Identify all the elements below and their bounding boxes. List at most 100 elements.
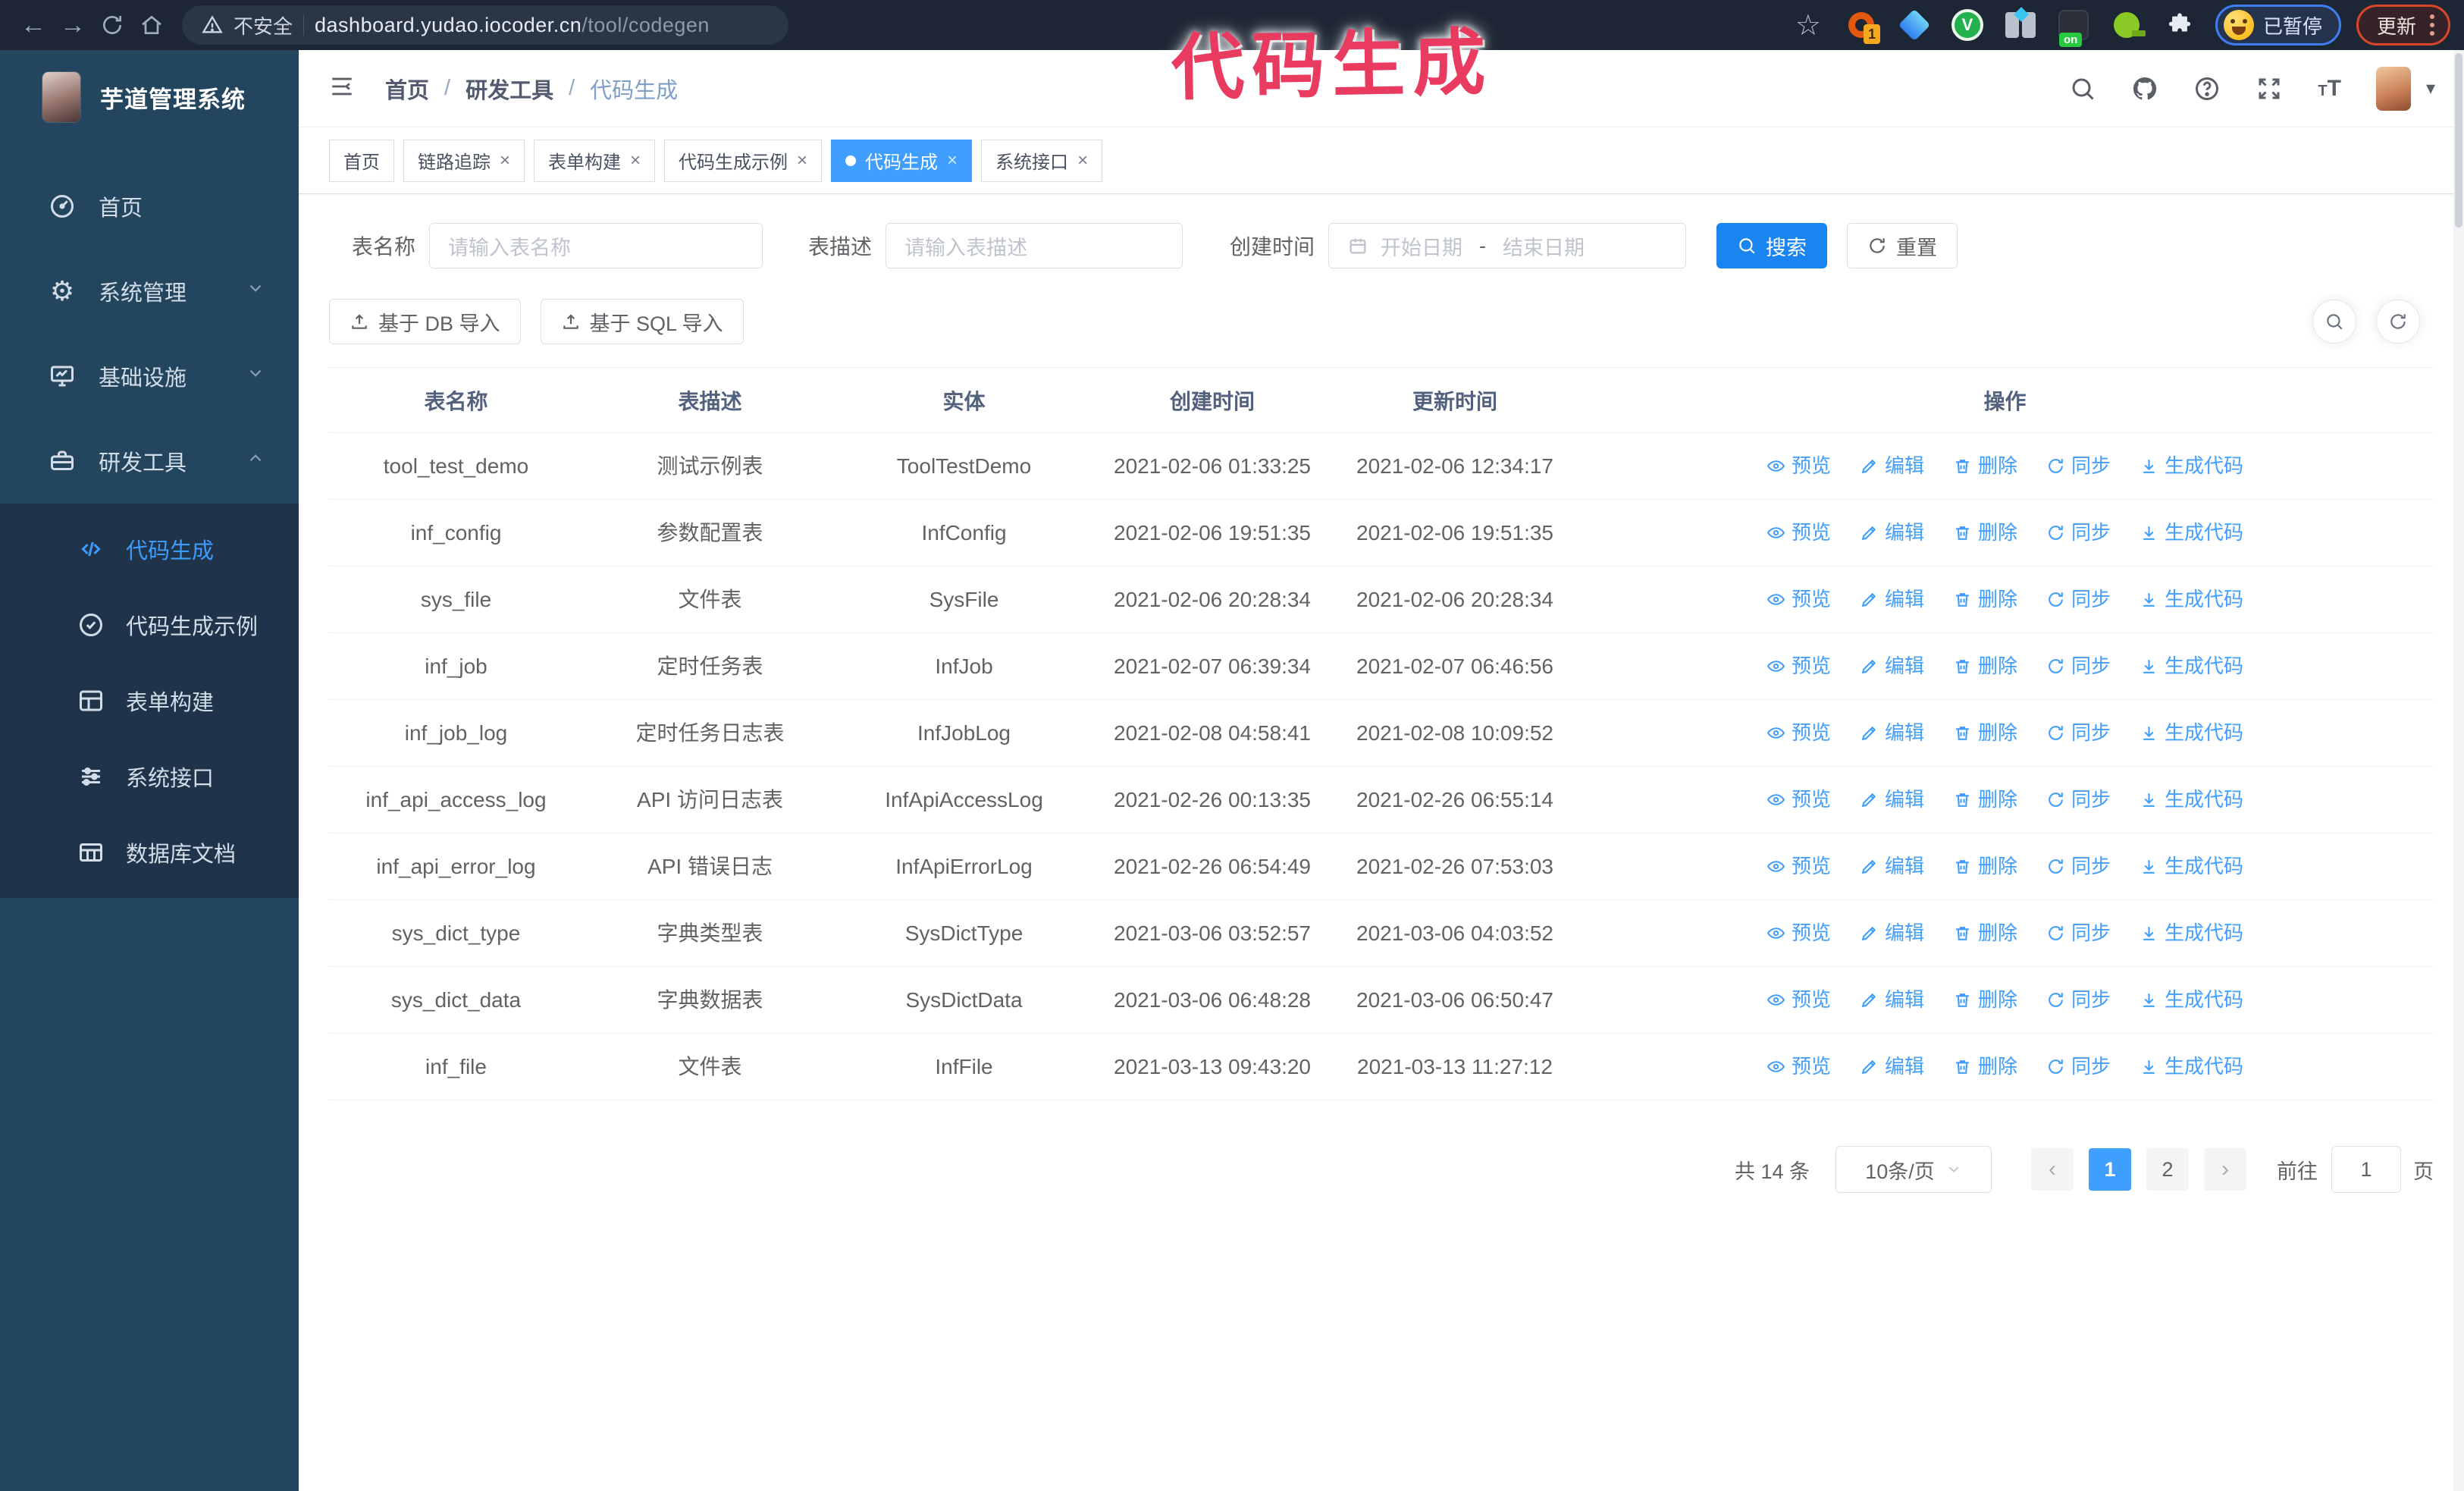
delete-action[interactable]: 删除: [1953, 451, 2017, 481]
edit-action[interactable]: 编辑: [1860, 1052, 1924, 1081]
sync-action[interactable]: 同步: [2046, 585, 2111, 614]
sidebar-item-infra[interactable]: 基础设施: [0, 334, 299, 419]
tab-链路追踪[interactable]: 链路追踪 ×: [403, 139, 525, 182]
sync-action[interactable]: 同步: [2046, 518, 2111, 548]
edit-action[interactable]: 编辑: [1860, 585, 1924, 614]
generate-code-action[interactable]: 生成代码: [2140, 985, 2243, 1015]
generate-code-action[interactable]: 生成代码: [2140, 718, 2243, 748]
page-button-2[interactable]: 2: [2146, 1148, 2189, 1191]
extension-dark-icon[interactable]: on: [2056, 8, 2091, 47]
extension-panels-icon[interactable]: [2003, 7, 2038, 42]
preview-action[interactable]: 预览: [1766, 585, 1831, 614]
bookmark-star-icon[interactable]: ☆: [1795, 8, 1821, 42]
edit-action[interactable]: 编辑: [1860, 785, 1924, 815]
edit-action[interactable]: 编辑: [1860, 718, 1924, 748]
preview-action[interactable]: 预览: [1766, 1052, 1831, 1081]
tab-close-icon[interactable]: ×: [500, 151, 510, 170]
sync-action[interactable]: 同步: [2046, 918, 2111, 948]
table-name-input[interactable]: 请输入表名称: [429, 223, 763, 268]
sync-action[interactable]: 同步: [2046, 852, 2111, 881]
extension-gem-icon[interactable]: [1897, 8, 1932, 42]
delete-action[interactable]: 删除: [1953, 518, 2017, 548]
sync-action[interactable]: 同步: [2046, 651, 2111, 681]
sidebar-item-system-api[interactable]: 系统接口: [0, 739, 299, 815]
sync-action[interactable]: 同步: [2046, 785, 2111, 815]
preview-action[interactable]: 预览: [1766, 651, 1831, 681]
fullscreen-icon[interactable]: [2256, 75, 2283, 102]
goto-page-input[interactable]: 1: [2331, 1146, 2401, 1193]
edit-action[interactable]: 编辑: [1860, 918, 1924, 948]
extensions-puzzle-icon[interactable]: [2162, 8, 2197, 42]
delete-action[interactable]: 删除: [1953, 585, 2017, 614]
delete-action[interactable]: 删除: [1953, 718, 2017, 748]
edit-action[interactable]: 编辑: [1860, 518, 1924, 548]
edit-action[interactable]: 编辑: [1860, 852, 1924, 881]
browser-home-icon[interactable]: [132, 5, 171, 45]
extension-shield-icon[interactable]: V: [1950, 8, 1985, 42]
delete-action[interactable]: 删除: [1953, 918, 2017, 948]
date-range-input[interactable]: 开始日期 - 结束日期: [1328, 223, 1687, 268]
delete-action[interactable]: 删除: [1953, 852, 2017, 881]
sidebar-item-form-builder[interactable]: 表单构建: [0, 663, 299, 739]
edit-action[interactable]: 编辑: [1860, 451, 1924, 481]
extension-orange-icon[interactable]: 1: [1844, 8, 1880, 44]
table-desc-input[interactable]: 请输入表描述: [886, 223, 1183, 268]
breadcrumb-devtools[interactable]: 研发工具: [466, 73, 553, 105]
preview-action[interactable]: 预览: [1766, 451, 1831, 481]
delete-action[interactable]: 删除: [1953, 1052, 2017, 1081]
generate-code-action[interactable]: 生成代码: [2140, 451, 2243, 481]
sidebar-item-home[interactable]: 首页: [0, 164, 299, 249]
address-bar[interactable]: 不安全 dashboard.yudao.iocoder.cn/tool/code…: [182, 5, 788, 45]
tab-首页[interactable]: 首页: [329, 139, 394, 182]
sync-action[interactable]: 同步: [2046, 451, 2111, 481]
sidebar-toggle-icon[interactable]: [328, 74, 356, 103]
generate-code-action[interactable]: 生成代码: [2140, 1052, 2243, 1081]
preview-action[interactable]: 预览: [1766, 918, 1831, 948]
import-sql-button[interactable]: 基于 SQL 导入: [540, 299, 744, 344]
extension-key-icon[interactable]: [2109, 8, 2146, 42]
browser-update-button[interactable]: 更新: [2356, 5, 2450, 46]
profile-paused-badge[interactable]: 已暂停: [2215, 5, 2341, 46]
sync-action[interactable]: 同步: [2046, 985, 2111, 1015]
tab-代码生成[interactable]: 代码生成 ×: [831, 139, 973, 182]
help-icon[interactable]: [2193, 75, 2221, 102]
sync-action[interactable]: 同步: [2046, 1052, 2111, 1081]
scrollbar-thumb[interactable]: [2455, 53, 2462, 228]
breadcrumb-home[interactable]: 首页: [385, 73, 429, 105]
tab-系统接口[interactable]: 系统接口 ×: [981, 139, 1103, 182]
import-db-button[interactable]: 基于 DB 导入: [329, 299, 521, 344]
search-button[interactable]: 搜索: [1716, 223, 1828, 268]
generate-code-action[interactable]: 生成代码: [2140, 651, 2243, 681]
sidebar-item-codegen[interactable]: 代码生成: [0, 511, 299, 587]
edit-action[interactable]: 编辑: [1860, 985, 1924, 1015]
font-size-icon[interactable]: TT: [2318, 76, 2341, 102]
sync-action[interactable]: 同步: [2046, 718, 2111, 748]
page-button-1[interactable]: 1: [2089, 1148, 2131, 1191]
toggle-search-button[interactable]: [2312, 300, 2356, 344]
tab-代码生成示例[interactable]: 代码生成示例 ×: [664, 139, 823, 182]
tab-close-icon[interactable]: ×: [797, 151, 807, 170]
edit-action[interactable]: 编辑: [1860, 651, 1924, 681]
tab-close-icon[interactable]: ×: [947, 151, 958, 170]
tab-表单构建[interactable]: 表单构建 ×: [534, 139, 656, 182]
generate-code-action[interactable]: 生成代码: [2140, 852, 2243, 881]
preview-action[interactable]: 预览: [1766, 518, 1831, 548]
delete-action[interactable]: 删除: [1953, 651, 2017, 681]
reset-button[interactable]: 重置: [1847, 223, 1958, 268]
tab-close-icon[interactable]: ×: [630, 151, 641, 170]
search-icon[interactable]: [2069, 75, 2096, 102]
browser-menu-icon[interactable]: [2430, 14, 2434, 36]
sidebar-item-codegen-example[interactable]: 代码生成示例: [0, 587, 299, 663]
browser-forward-icon[interactable]: →: [53, 5, 92, 45]
generate-code-action[interactable]: 生成代码: [2140, 518, 2243, 548]
preview-action[interactable]: 预览: [1766, 718, 1831, 748]
delete-action[interactable]: 删除: [1953, 985, 2017, 1015]
browser-back-icon[interactable]: ←: [14, 5, 53, 45]
generate-code-action[interactable]: 生成代码: [2140, 585, 2243, 614]
refresh-table-button[interactable]: [2376, 300, 2420, 344]
delete-action[interactable]: 删除: [1953, 785, 2017, 815]
prev-page-button[interactable]: ‹: [2031, 1148, 2074, 1191]
tab-close-icon[interactable]: ×: [1077, 151, 1088, 170]
preview-action[interactable]: 预览: [1766, 785, 1831, 815]
preview-action[interactable]: 预览: [1766, 852, 1831, 881]
